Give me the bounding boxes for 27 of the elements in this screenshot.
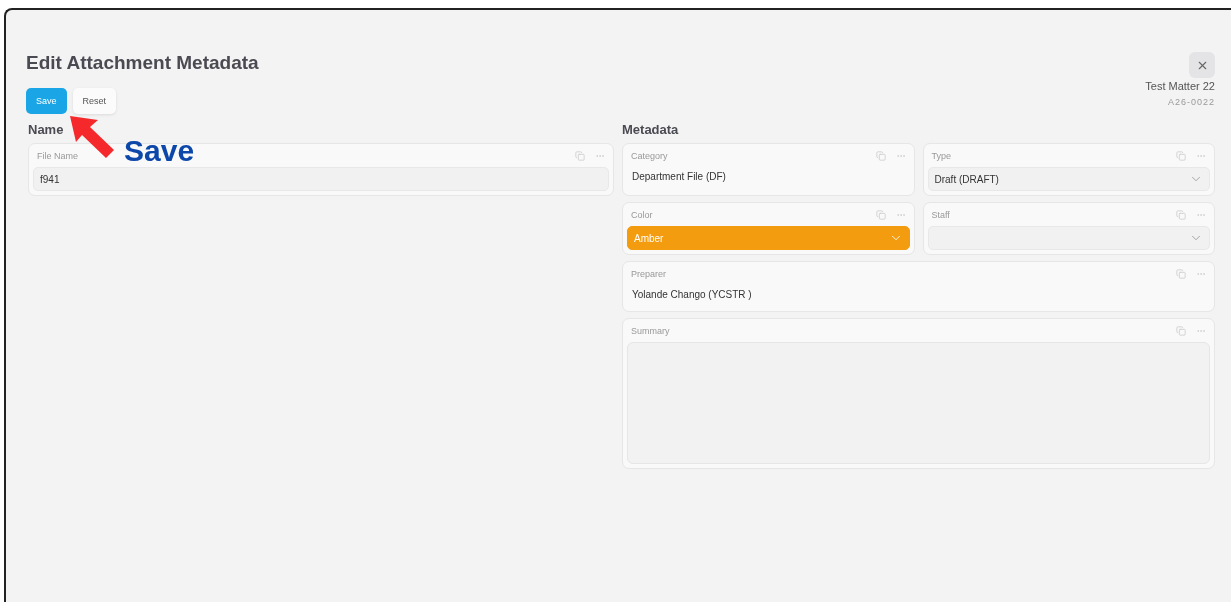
text-field[interactable]: f941 (33, 167, 609, 191)
copy-icon[interactable] (1176, 210, 1186, 220)
field-label: Type (931, 151, 951, 161)
copy-icon[interactable] (1176, 151, 1186, 161)
section-heading: Name (28, 122, 65, 137)
dropdown[interactable]: Draft (DRAFT) (927, 167, 1210, 191)
section-heading: Metadata (622, 122, 680, 137)
close-button[interactable] (1189, 52, 1215, 78)
matter-name: Test Matter 22 (1145, 80, 1215, 92)
copy-icon[interactable] (1176, 269, 1186, 279)
field-label: File Name (37, 151, 78, 161)
field-label: Preparer (631, 269, 666, 279)
field-value: Yolande Chango (YCSTR ) (631, 288, 753, 302)
field-value: Department File (DF) (631, 170, 727, 184)
field-label: Staff (931, 210, 950, 220)
annotation-label: Save (124, 134, 195, 168)
field-label: Summary (631, 326, 670, 336)
matter-number: A26-0022 (1167, 97, 1215, 107)
copy-icon[interactable] (1176, 326, 1186, 336)
dropdown[interactable] (927, 226, 1210, 250)
dialog-title: Edit Attachment Metadata (26, 52, 259, 74)
copy-icon[interactable] (575, 151, 585, 161)
copy-icon[interactable] (875, 151, 886, 161)
field-label: Category (631, 151, 668, 161)
field-label: Color (631, 210, 653, 220)
reset-button[interactable]: Reset (72, 88, 117, 114)
copy-icon[interactable] (875, 210, 886, 220)
